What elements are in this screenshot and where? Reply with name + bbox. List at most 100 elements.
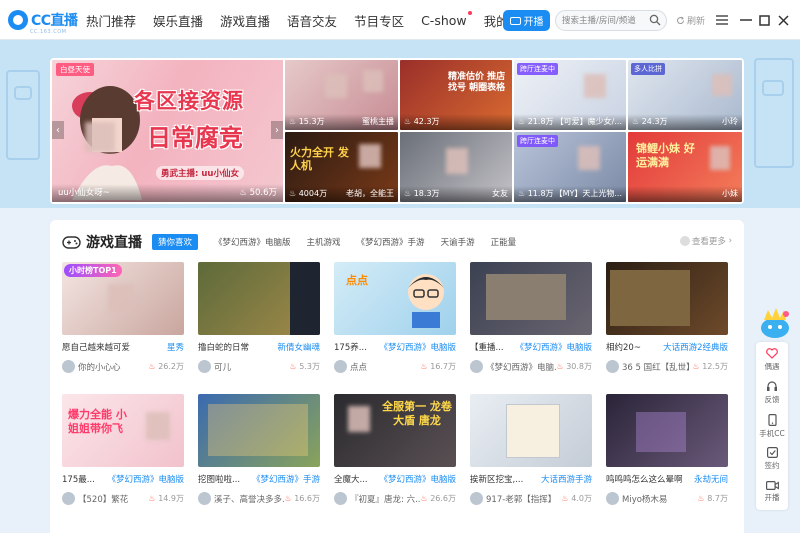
- banner-tile[interactable]: 跨厅连麦中 ♨ 21.8万 【可爱】魔少女/...: [514, 60, 626, 130]
- sidebar-item-go-live[interactable]: 开播: [756, 476, 788, 508]
- face-blur: [359, 144, 381, 168]
- live-card[interactable]: 撸白蛇的日常 新倩女幽魂 可儿 ♨ 5.3万: [198, 262, 320, 377]
- tile-badge: 跨厅连麦中: [517, 63, 558, 75]
- card-category[interactable]: 新倩女幽魂: [277, 341, 320, 353]
- start-live-button[interactable]: 开播: [503, 10, 550, 31]
- card-anchor[interactable]: Miyo杨木易: [622, 493, 667, 505]
- view-more-link[interactable]: 查看更多 ›: [679, 235, 732, 247]
- live-card[interactable]: 点点 175养... 《梦幻西游》电脑版 点点 ♨ 16.7万: [334, 262, 456, 377]
- live-card[interactable]: 挨新区挖宝,... 大话西游手游 917-老郭【指挥】 ♨ 4.0万: [470, 394, 592, 509]
- chip-console[interactable]: 主机游戏: [307, 236, 341, 248]
- card-anchor[interactable]: 【520】繁花: [78, 493, 128, 505]
- avatar[interactable]: [62, 360, 75, 373]
- card-category[interactable]: 永劫无间: [694, 473, 728, 485]
- card-anchor[interactable]: 你的小心心: [78, 361, 121, 373]
- card-category[interactable]: 《梦幻西游》电脑版: [515, 341, 592, 353]
- close-icon[interactable]: [775, 12, 791, 28]
- search-input[interactable]: [562, 13, 650, 28]
- live-card[interactable]: 【重播... 《梦幻西游》电脑版 《梦幻西游》电脑... ♨ 30.8万: [470, 262, 592, 377]
- game-screen: [486, 274, 566, 320]
- nav-hot[interactable]: 热门推荐: [86, 11, 136, 30]
- right-sidebar: 偶遇 反馈 手机CC 签约 开播: [756, 342, 788, 510]
- game-screen: [636, 412, 686, 452]
- live-card[interactable]: 挖图啦啦... 《梦幻西游》手游 溪子、高誉决多多... ♨ 16.6万: [198, 394, 320, 509]
- card-anchor[interactable]: 『初夏』唐龙: 六...: [350, 493, 420, 505]
- maximize-icon[interactable]: [756, 12, 772, 28]
- banner-tile[interactable]: ♨ 18.3万 女友: [400, 132, 512, 202]
- card-anchor[interactable]: 917-老郭【指挥】: [486, 493, 556, 505]
- refresh-icon: [677, 16, 684, 24]
- nav-game[interactable]: 游戏直播: [220, 11, 270, 30]
- avatar[interactable]: [606, 492, 619, 505]
- fire-icon: ♨: [148, 362, 156, 371]
- avatar[interactable]: [470, 360, 483, 373]
- card-category[interactable]: 《梦幻西游》电脑版: [107, 473, 184, 485]
- banner-tile[interactable]: 跨厅连麦中 ♨ 11.8万 【MY】天上光物...: [514, 132, 626, 202]
- carousel-next-icon[interactable]: ›: [271, 121, 283, 139]
- sidebar-label: 签约: [764, 461, 780, 470]
- live-card[interactable]: 小时榜TOP1 愿自己越来越可爱 星秀 你的小心心 ♨ 26.2万: [62, 262, 184, 377]
- avatar[interactable]: [198, 492, 211, 505]
- avatar[interactable]: [334, 360, 347, 373]
- hero-viewer-count: ♨ 50.6万: [239, 188, 277, 198]
- card-anchor[interactable]: 《梦幻西游》电脑...: [486, 361, 556, 373]
- banner-tile[interactable]: 锦鲤小妹 好运满满 小妹: [628, 132, 742, 202]
- chip-mhxy-mobile[interactable]: 《梦幻西游》手游: [357, 236, 425, 248]
- nav-programs[interactable]: 节目专区: [354, 11, 404, 30]
- chip-positive[interactable]: 正能量: [491, 236, 517, 248]
- card-anchor[interactable]: 点点: [350, 361, 367, 373]
- live-card[interactable]: 鸣鸣鸣怎么这么晕啊 永劫无间 Miyo杨木易 ♨ 8.7万: [606, 394, 728, 509]
- chip-tianyu[interactable]: 天谕手游: [441, 236, 475, 248]
- cc-logo[interactable]: CC直播 CC.163.COM: [8, 9, 78, 35]
- card-category[interactable]: 大话西游2经典版: [663, 341, 728, 353]
- hero-views-value: 50.6万: [249, 188, 277, 198]
- avatar[interactable]: [606, 360, 619, 373]
- search-icon[interactable]: [649, 14, 661, 26]
- cartoon-avatar: [408, 274, 444, 328]
- card-category[interactable]: 星秀: [167, 341, 184, 353]
- banner-tile[interactable]: ♨ 15.3万 蜜桃主播: [285, 60, 398, 130]
- avatar[interactable]: [198, 360, 211, 373]
- card-category[interactable]: 《梦幻西游》手游: [252, 473, 320, 485]
- card-anchor[interactable]: 溪子、高誉决多多...: [214, 493, 284, 505]
- live-card[interactable]: 爆力全能 小姐姐带你飞 175最... 《梦幻西游》电脑版 【520】繁花 ♨ …: [62, 394, 184, 509]
- sidebar-item-encounter[interactable]: 偶遇: [756, 344, 788, 376]
- live-card[interactable]: 相约20~ 大话西游2经典版 36 5 国红【乱世】 ♨ 12.5万: [606, 262, 728, 377]
- carousel-prev-icon[interactable]: ‹: [52, 121, 64, 139]
- card-category[interactable]: 《梦幻西游》电脑版: [379, 341, 456, 353]
- card-anchor[interactable]: 36 5 国红【乱世】: [622, 361, 692, 373]
- refresh-button[interactable]: 刷新: [676, 14, 705, 27]
- banner-tile[interactable]: 火力全开 发人机 ♨ 4004万 老胡，全能王: [285, 132, 398, 202]
- hero-title-line2: 日常腐竞: [147, 124, 243, 152]
- face-blur: [146, 412, 170, 440]
- sidebar-label: 手机CC: [759, 428, 785, 438]
- minimize-icon[interactable]: [738, 12, 754, 28]
- sidebar-item-feedback[interactable]: 反馈: [756, 377, 788, 409]
- nav-cshow[interactable]: C-show: [421, 10, 472, 28]
- nav-voice[interactable]: 语音交友: [287, 11, 337, 30]
- card-category[interactable]: 大话西游手游: [541, 473, 592, 485]
- sidebar-item-sign[interactable]: 签约: [756, 443, 788, 475]
- chip-mhxy-pc[interactable]: 《梦幻西游》电脑版: [214, 236, 291, 248]
- chip-guess-you-like[interactable]: 猜你喜欢: [152, 234, 199, 250]
- sidebar-item-mobile-cc[interactable]: 手机CC: [756, 410, 788, 442]
- live-card[interactable]: 全服第一 龙卷大盾 唐龙 全魔大... 《梦幻西游》电脑版 『初夏』唐龙: 六.…: [334, 394, 456, 509]
- banner-tile[interactable]: 精准估价 推店找号 朝圈表格 ♨ 42.3万: [400, 60, 512, 130]
- card-category[interactable]: 《梦幻西游》电脑版: [379, 473, 456, 485]
- face-blur: [584, 74, 606, 98]
- mascot-icon[interactable]: [758, 304, 792, 340]
- avatar[interactable]: [62, 492, 75, 505]
- card-overlay-text: 全服第一 龙卷大盾 唐龙: [382, 400, 452, 427]
- card-thumbnail: 点点: [334, 262, 456, 335]
- card-views-value: 30.8万: [566, 362, 592, 371]
- hero-banner[interactable]: 白昼天使 各区接资源 日常腐竞 勇武主播: uu小仙女 uu小仙女呀~ ♨ 50…: [52, 60, 283, 202]
- top-bar: CC直播 CC.163.COM 热门推荐 娱乐直播 游戏直播 语音交友 节目专区…: [0, 0, 800, 40]
- banner-tile[interactable]: 多人比拼 ♨ 24.3万 小玲: [628, 60, 742, 130]
- avatar[interactable]: [334, 492, 347, 505]
- fire-icon: ♨: [289, 362, 297, 371]
- avatar[interactable]: [470, 492, 483, 505]
- card-anchor[interactable]: 可儿: [214, 361, 231, 373]
- card-meta: 36 5 国红【乱世】 ♨ 12.5万: [606, 360, 728, 374]
- menu-icon[interactable]: [714, 12, 730, 28]
- nav-entertainment[interactable]: 娱乐直播: [153, 11, 203, 30]
